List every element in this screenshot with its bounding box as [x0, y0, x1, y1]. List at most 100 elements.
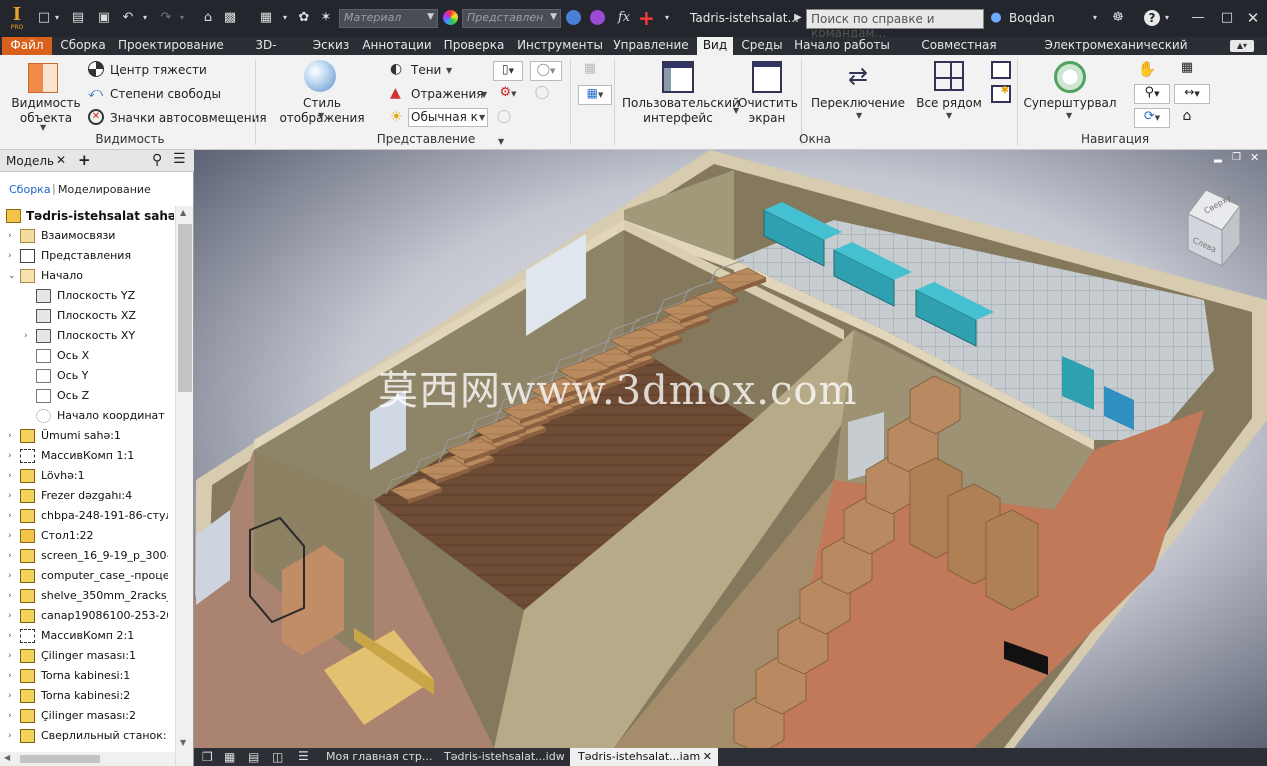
graphics-viewport[interactable]: Сверху Слева 莫西网www.3dmox.com ▂ ❐ ✕	[194, 150, 1267, 748]
redo-icon[interactable]: ↷	[158, 10, 174, 26]
maximize-icon[interactable]: □	[1219, 10, 1235, 26]
dropdown-arrow-icon[interactable]: ▼	[40, 123, 46, 132]
doc-tab-assembly[interactable]: Tədris-istehsalat...iam ✕	[570, 748, 718, 766]
tab-file[interactable]: Файл	[2, 37, 52, 55]
tree-node-cilinger-2[interactable]: › Çilinger masası:2	[8, 706, 168, 726]
clean-screen-button[interactable]: Очистить экран	[738, 96, 798, 126]
switch-window-icon[interactable]: ⇄	[842, 61, 874, 91]
dropdown-arrow-icon[interactable]: ▾	[1090, 10, 1100, 26]
auto-constraint-icons-button[interactable]: Значки автосовмещения	[110, 111, 267, 125]
user-interface-icon[interactable]	[662, 61, 694, 93]
expand-chevron-icon[interactable]: ›	[8, 586, 18, 606]
tab-tools[interactable]: Инструменты	[516, 37, 604, 55]
pan-icon[interactable]: ✋	[1136, 60, 1158, 80]
degrees-of-freedom-button[interactable]: Степени свободы	[110, 87, 221, 101]
tile-windows-icon[interactable]: ▦	[224, 750, 235, 764]
tree-node-torna-1[interactable]: › Torna kabinesi:1	[8, 666, 168, 686]
browser-hscrollbar[interactable]: ◀	[0, 752, 175, 766]
dropdown-arrow-icon[interactable]: ▼	[856, 111, 862, 120]
home-view-icon[interactable]: ⌂	[1176, 108, 1198, 128]
doc-tab-home[interactable]: Моя главная стр...	[318, 748, 432, 766]
view-assembly-link[interactable]: Сборка	[9, 183, 51, 196]
expand-chevron-icon[interactable]: ›	[8, 486, 18, 506]
dropdown-arrow-icon[interactable]: ▾	[662, 10, 672, 26]
clip-icon[interactable]: ⚙▼	[493, 85, 523, 105]
tree-node-pattern-2[interactable]: › МассивКомп 2:1	[8, 626, 168, 646]
steering-wheel-button[interactable]: Суперштурвал	[1022, 96, 1118, 111]
viewport-restore-icon[interactable]: ❐	[1232, 152, 1241, 163]
tile-vertical-icon[interactable]: ◫	[272, 750, 283, 764]
view-modeling-link[interactable]: Моделирование	[58, 183, 151, 196]
tab-electromechanical[interactable]: Электромеханический проект	[1028, 37, 1204, 69]
tree-node-representations[interactable]: › Представления	[8, 246, 168, 266]
orbit-icon[interactable]: ⟳▼	[1134, 108, 1170, 128]
expand-chevron-icon[interactable]: ›	[8, 566, 18, 586]
expand-chevron-icon[interactable]: ›	[24, 326, 34, 346]
close-icon[interactable]: ✕	[703, 748, 712, 766]
dropdown-arrow-icon[interactable]: ▼	[498, 137, 504, 146]
add-tab-icon[interactable]: +	[78, 151, 91, 169]
cascade-windows-icon[interactable]: ❐	[202, 750, 213, 764]
tree-node-pattern-1[interactable]: › МассивКомп 1:1	[8, 446, 168, 466]
home-icon[interactable]: ⌂	[200, 10, 216, 26]
dropdown-arrow-icon[interactable]: ▼	[318, 111, 324, 120]
tab-assembly[interactable]: Сборка	[58, 37, 108, 55]
zoom-icon[interactable]: ⚲▼	[1134, 84, 1170, 104]
tree-root[interactable]: Tədris-istehsalat sahəsi	[6, 206, 174, 226]
user-interface-button[interactable]: Пользовательский интерфейс	[622, 96, 740, 126]
open-folder-icon[interactable]: ▤	[70, 10, 86, 26]
save-icon[interactable]: ▣	[96, 10, 112, 26]
expand-chevron-icon[interactable]	[24, 366, 34, 386]
dropdown-arrow-icon[interactable]: ▾	[280, 10, 290, 26]
steering-wheel-icon[interactable]	[1054, 61, 1086, 93]
tab-annotate[interactable]: Аннотации	[362, 37, 432, 55]
tab-view[interactable]: Вид	[697, 37, 733, 55]
sphere-style-icon[interactable]: ◯▼	[530, 61, 562, 81]
material-combo[interactable]: Материал ▼	[339, 9, 438, 28]
appearance-combo[interactable]: Представлен ▼	[462, 9, 561, 28]
tree-node-shelve[interactable]: › shelve_350mm_2racks_1co	[8, 586, 168, 606]
zoom-all-icon[interactable]: ↔▼	[1174, 84, 1210, 104]
dropdown-arrow-icon[interactable]: ▼	[481, 90, 487, 99]
new-window-icon[interactable]: ✱	[991, 85, 1011, 103]
tile-button[interactable]: Все рядом	[910, 96, 988, 111]
chevron-right-icon[interactable]: ▶	[790, 10, 806, 26]
dropdown-arrow-icon[interactable]: ▼	[446, 66, 452, 75]
tile-icon[interactable]	[934, 61, 964, 91]
help-icon[interactable]: ?	[1144, 10, 1160, 26]
viewport-close-icon[interactable]: ✕	[1250, 151, 1259, 164]
view-face-icon[interactable]: ▦	[1176, 60, 1198, 80]
ground-plane-icon[interactable]: ▯▼	[493, 61, 523, 81]
search-icon[interactable]: ⚲	[152, 152, 162, 168]
tree-node-drill[interactable]: › Сверлильный станок:1	[8, 726, 168, 746]
browser-scrollbar-thumb[interactable]	[178, 224, 192, 392]
plus-icon[interactable]: +	[638, 8, 655, 28]
expand-chevron-icon[interactable]: ›	[8, 686, 18, 706]
cart-icon[interactable]: ☸	[1110, 10, 1126, 26]
dropdown-arrow-icon[interactable]: ▾	[140, 10, 150, 26]
tile-horizontal-icon[interactable]: ▤	[248, 750, 259, 764]
tree-node-cilinger-1[interactable]: › Çilinger masası:1	[8, 646, 168, 666]
expand-chevron-icon[interactable]	[24, 306, 34, 326]
menu-icon[interactable]: ☰	[173, 151, 186, 167]
tree-node-axis-y[interactable]: Ось Y	[24, 366, 168, 386]
appearance-icon[interactable]	[443, 10, 458, 25]
expand-chevron-icon[interactable]: ›	[8, 726, 18, 746]
app-logo[interactable]: I PRO	[6, 5, 28, 33]
help-search-input[interactable]: Поиск по справке и командам...	[806, 9, 984, 40]
tree-node-plane-xy[interactable]: › Плоскость XY	[24, 326, 168, 346]
tab-inspect[interactable]: Проверка	[442, 37, 506, 55]
tree-node-computer-case[interactable]: › computer_case_-процессор	[8, 566, 168, 586]
expand-chevron-icon[interactable]: ›	[8, 466, 18, 486]
lighting-combo[interactable]: Обычная к ▼	[408, 108, 488, 127]
dropdown-arrow-icon[interactable]: ▼	[1066, 111, 1072, 120]
expand-chevron-icon[interactable]: ›	[8, 706, 18, 726]
menu-icon[interactable]: ☰	[298, 749, 309, 763]
scroll-down-icon[interactable]: ▼	[180, 738, 186, 747]
scroll-left-icon[interactable]: ◀	[4, 753, 10, 762]
tree-node-origin[interactable]: ⌄ Начало	[8, 266, 168, 286]
clean-screen-icon[interactable]	[752, 61, 782, 93]
tree-node-center-point[interactable]: Начало координат	[24, 406, 168, 426]
tree-node-plane-xz[interactable]: Плоскость XZ	[24, 306, 168, 326]
tree-node-relationships[interactable]: › Взаимосвязи	[8, 226, 168, 246]
